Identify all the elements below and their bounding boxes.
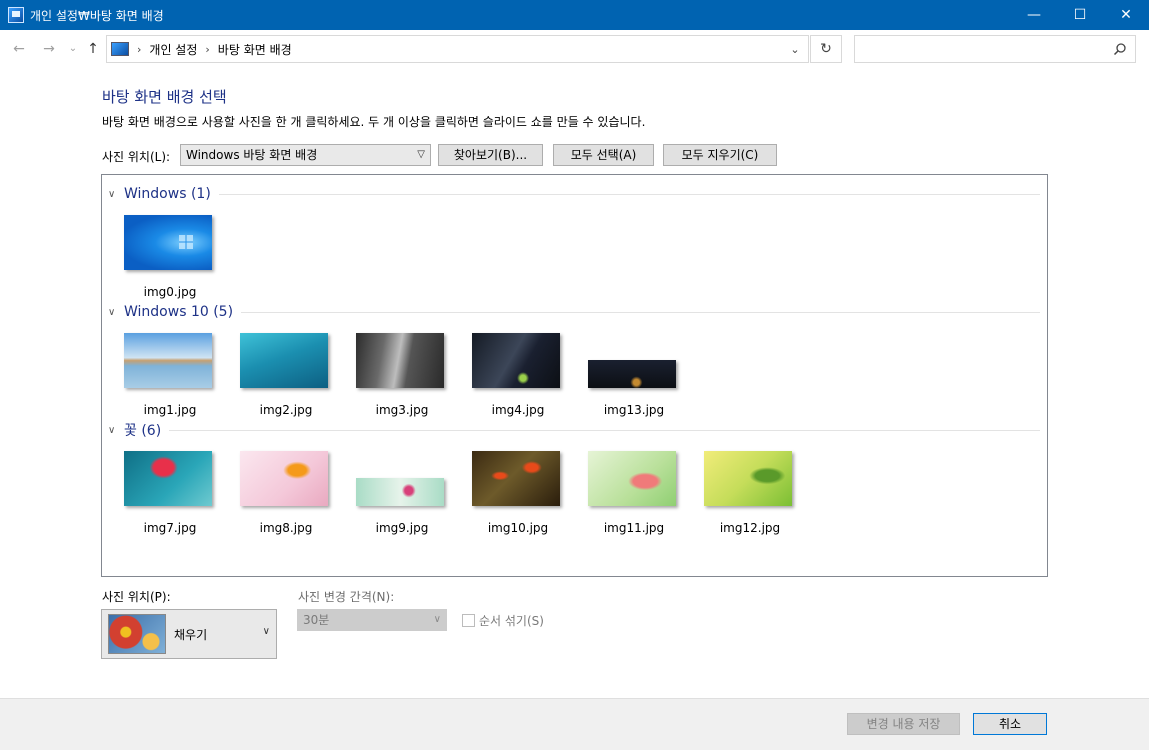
picture-position-value: 채우기 (174, 628, 208, 642)
cancel-button[interactable]: 취소 (973, 713, 1047, 735)
change-interval-label: 사진 변경 간격(N): (298, 590, 395, 604)
search-icon[interactable] (1113, 42, 1127, 56)
minimize-button[interactable]: — (1011, 0, 1057, 30)
wallpaper-thumbnail[interactable] (588, 451, 676, 506)
control-panel-icon (111, 42, 129, 56)
wallpaper-thumbnail[interactable] (472, 333, 560, 388)
wallpaper-thumbnail[interactable] (356, 478, 444, 506)
fill-preview-image (108, 614, 166, 654)
group-header-windows-10[interactable]: ∨ Windows 10 (5) (108, 302, 1040, 322)
chevron-down-icon: ∨ (262, 626, 270, 637)
breadcrumb-separator[interactable]: › (137, 43, 141, 56)
wallpaper-filename: img13.jpg (603, 403, 665, 417)
wallpaper-thumbnail[interactable] (124, 451, 212, 506)
wallpaper-filename: img8.jpg (259, 521, 313, 535)
navigation-bar: ← → ⌄ ↑ › 개인 설정 › 바탕 화면 배경 ⌄ ↻ (0, 30, 1149, 68)
back-arrow-icon[interactable]: ← (10, 39, 28, 59)
maximize-button[interactable]: ☐ (1057, 0, 1103, 30)
footer-bar: 변경 내용 저장 취소 (0, 698, 1149, 750)
address-bar[interactable]: › 개인 설정 › 바탕 화면 배경 ⌄ (106, 35, 809, 63)
collapse-chevron-icon[interactable]: ∨ (108, 307, 122, 318)
picture-location-label: 사진 위치(L): (102, 150, 171, 164)
address-dropdown-icon[interactable]: ⌄ (782, 36, 808, 62)
shuffle-label: 순서 섞기(S) (479, 614, 544, 628)
up-arrow-icon[interactable]: ↑ (84, 39, 102, 59)
wallpaper-thumbnail[interactable] (588, 360, 676, 388)
wallpaper-thumbnail[interactable] (704, 451, 792, 506)
picture-location-select[interactable]: Windows 바탕 화면 배경 ▽ (180, 144, 431, 166)
chevron-down-icon: ∨ (433, 614, 441, 625)
group-name: Windows (1) (124, 186, 211, 202)
search-input[interactable] (854, 35, 1136, 63)
change-interval-value: 30분 (303, 613, 330, 627)
wallpaper-thumbnail[interactable] (240, 451, 328, 506)
change-interval-select[interactable]: 30분 ∨ (297, 609, 447, 631)
wallpaper-filename: img7.jpg (143, 521, 197, 535)
clear-all-button[interactable]: 모두 지우기(C) (663, 144, 777, 166)
group-divider (169, 429, 1040, 431)
recent-locations-icon[interactable]: ⌄ (64, 39, 82, 59)
wallpaper-thumbnail[interactable] (356, 333, 444, 388)
windows-logo-icon (179, 235, 193, 249)
refresh-button[interactable]: ↻ (810, 35, 842, 63)
wallpaper-thumbnail[interactable] (124, 333, 212, 388)
window-controls: — ☐ ✕ (1011, 0, 1149, 30)
personalization-icon (8, 7, 24, 23)
wallpaper-filename: img2.jpg (259, 403, 313, 417)
wallpaper-filename: img0.jpg (143, 285, 197, 299)
breadcrumb-personalization[interactable]: 개인 설정 (149, 41, 197, 58)
collapse-chevron-icon[interactable]: ∨ (108, 425, 122, 436)
group-header-flowers[interactable]: ∨ 꽃 (6) (108, 420, 1040, 440)
save-changes-button[interactable]: 변경 내용 저장 (847, 713, 960, 735)
breadcrumb-separator[interactable]: › (205, 43, 209, 56)
wallpaper-filename: img12.jpg (719, 521, 781, 535)
wallpaper-thumbnail[interactable] (124, 215, 212, 270)
shuffle-option[interactable]: 순서 섞기(S) (462, 612, 544, 629)
shuffle-checkbox[interactable] (462, 614, 475, 627)
picture-position-select[interactable]: 채우기 ∨ (101, 609, 277, 659)
title-bar: 개인 설정₩바탕 화면 배경 — ☐ ✕ (0, 0, 1149, 30)
close-button[interactable]: ✕ (1103, 0, 1149, 30)
group-divider (218, 193, 1040, 195)
wallpaper-filename: img9.jpg (375, 521, 429, 535)
chevron-down-icon: ▽ (417, 149, 425, 160)
select-all-button[interactable]: 모두 선택(A) (553, 144, 654, 166)
wallpaper-filename: img10.jpg (487, 521, 549, 535)
page-description: 바탕 화면 배경으로 사용할 사진을 한 개 클릭하세요. 두 개 이상을 클릭… (102, 115, 646, 129)
wallpaper-filename: img1.jpg (143, 403, 197, 417)
group-divider (241, 311, 1040, 313)
picture-position-label: 사진 위치(P): (102, 590, 171, 604)
breadcrumb-desktop-background[interactable]: 바탕 화면 배경 (218, 41, 292, 58)
browse-button[interactable]: 찾아보기(B)... (438, 144, 543, 166)
forward-arrow-icon[interactable]: → (40, 39, 58, 59)
collapse-chevron-icon[interactable]: ∨ (108, 189, 122, 200)
wallpaper-thumbnail[interactable] (472, 451, 560, 506)
group-name: 꽃 (6) (124, 423, 162, 439)
wallpaper-thumbnail[interactable] (240, 333, 328, 388)
group-name: Windows 10 (5) (124, 304, 234, 320)
wallpaper-filename: img3.jpg (375, 403, 429, 417)
group-header-windows[interactable]: ∨ Windows (1) (108, 184, 1040, 204)
wallpaper-filename: img4.jpg (491, 403, 545, 417)
page-title: 바탕 화면 배경 선택 (102, 88, 227, 106)
picture-location-value: Windows 바탕 화면 배경 (186, 148, 318, 162)
wallpaper-gallery: ∨ Windows (1) img0.jpg ∨ Windows 10 (5) … (101, 174, 1048, 577)
window-title: 개인 설정₩바탕 화면 배경 (30, 8, 164, 23)
wallpaper-filename: img11.jpg (603, 521, 665, 535)
